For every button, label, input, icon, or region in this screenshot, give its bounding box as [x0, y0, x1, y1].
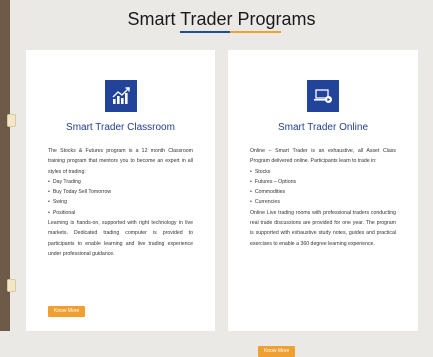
growth-chart-icon — [104, 80, 137, 112]
page-title: Smart Trader Programs — [127, 9, 316, 29]
list-item: Buy Today Sell Tomorrow — [48, 187, 193, 197]
know-more-button[interactable]: Know More — [258, 346, 296, 357]
card-list: Day Trading Buy Today Sell Tomorrow Swin… — [48, 177, 193, 218]
side-tab-handle[interactable] — [7, 114, 16, 127]
card-body: Online – Smart Trader is an exhaustive, … — [250, 146, 396, 249]
list-item: Commodities — [250, 187, 396, 197]
list-item: Currencies — [250, 197, 396, 207]
side-tab-handle[interactable] — [7, 279, 16, 292]
title-underline — [180, 31, 281, 33]
card-outro: Learning is hands-on, supported with rig… — [48, 220, 193, 257]
card-outro: Online Live trading rooms with professio… — [250, 209, 396, 247]
list-item: Day Trading — [48, 177, 193, 187]
card-intro: Online – Smart Trader is an exhaustive, … — [250, 148, 396, 165]
header: Smart Trader Programs — [10, 0, 433, 44]
card-list: Stocks Futures – Options Commodities Cur… — [250, 167, 396, 208]
list-item: Futures – Options — [250, 177, 396, 187]
card-body: The Stocks & Futures program is a 12 mon… — [48, 146, 193, 259]
know-more-button[interactable]: Know More — [48, 306, 86, 317]
card-intro: The Stocks & Futures program is a 12 mon… — [48, 148, 193, 175]
program-card-online: Smart Trader Online Online – Smart Trade… — [228, 50, 418, 357]
card-title: Smart Trader Classroom — [66, 122, 175, 133]
program-card-classroom: Smart Trader Classroom The Stocks & Futu… — [26, 50, 215, 331]
list-item: Positional — [48, 208, 193, 218]
list-item: Stocks — [250, 167, 396, 177]
list-item: Swing — [48, 197, 193, 207]
online-video-laptop-icon — [307, 80, 339, 112]
card-title: Smart Trader Online — [277, 122, 369, 133]
